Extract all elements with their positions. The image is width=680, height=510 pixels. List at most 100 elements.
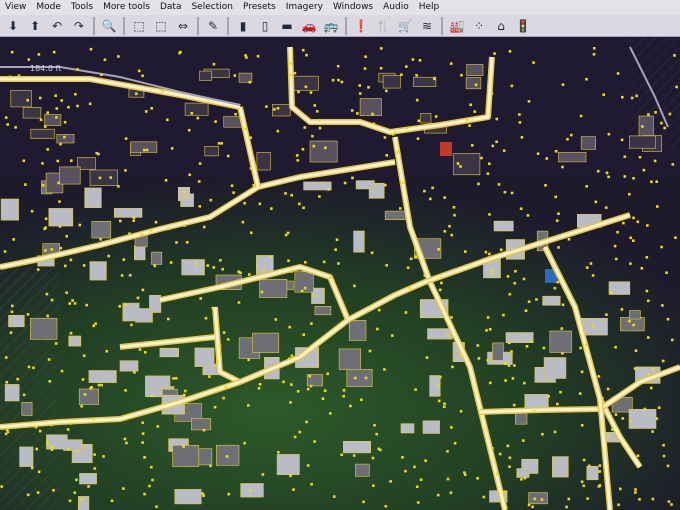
map-node[interactable]	[282, 380, 285, 384]
map-node[interactable]	[650, 180, 653, 184]
map-node[interactable]	[513, 281, 517, 285]
map-node[interactable]	[535, 298, 538, 301]
map-node[interactable]	[451, 365, 454, 369]
map-node[interactable]	[289, 74, 292, 77]
map-node[interactable]	[309, 384, 313, 388]
map-node[interactable]	[329, 276, 332, 279]
map-node[interactable]	[82, 354, 86, 357]
map-node[interactable]	[198, 162, 202, 165]
map-node[interactable]	[222, 396, 225, 400]
map-node[interactable]	[120, 274, 124, 277]
map-node[interactable]	[385, 264, 388, 267]
map-node[interactable]	[284, 233, 288, 237]
map-node[interactable]	[675, 85, 678, 89]
map-node[interactable]	[93, 453, 96, 456]
map-node[interactable]	[237, 270, 240, 274]
map-node[interactable]	[270, 207, 273, 210]
industry-icon[interactable]: 🏭	[447, 17, 467, 35]
map-node[interactable]	[44, 226, 47, 229]
map-node[interactable]	[273, 108, 276, 111]
map-node[interactable]	[656, 205, 659, 208]
map-node[interactable]	[651, 430, 654, 433]
draw-icon[interactable]: ✎	[203, 17, 223, 35]
map-node[interactable]	[306, 464, 310, 467]
map-node[interactable]	[143, 456, 146, 459]
map-node[interactable]	[360, 398, 363, 402]
menu-item-selection[interactable]: Selection	[186, 0, 237, 15]
map-node[interactable]	[233, 74, 237, 77]
map-node[interactable]	[292, 488, 295, 491]
map-node[interactable]	[523, 381, 526, 385]
map-node[interactable]	[85, 303, 88, 307]
map-node[interactable]	[150, 465, 153, 469]
map-node[interactable]	[666, 464, 670, 468]
map-node[interactable]	[671, 163, 675, 166]
map-node[interactable]	[614, 345, 617, 349]
map-node[interactable]	[301, 148, 305, 151]
map-node[interactable]	[520, 478, 523, 481]
map-node[interactable]	[336, 64, 340, 68]
map-node[interactable]	[24, 183, 27, 186]
map-node[interactable]	[452, 206, 456, 209]
map-node[interactable]	[383, 368, 386, 371]
map-node[interactable]	[258, 383, 262, 386]
map-node[interactable]	[276, 107, 280, 110]
map-node[interactable]	[556, 402, 559, 406]
map-node[interactable]	[446, 477, 450, 481]
warning-icon[interactable]: ❗	[351, 17, 371, 35]
map-node[interactable]	[243, 201, 246, 205]
map-node[interactable]	[504, 362, 507, 365]
map-node[interactable]	[433, 77, 436, 81]
map-node[interactable]	[488, 162, 491, 166]
map-node[interactable]	[561, 352, 564, 355]
map-node[interactable]	[446, 334, 450, 337]
map-node[interactable]	[632, 216, 635, 220]
map-node[interactable]	[416, 137, 420, 140]
map-node[interactable]	[211, 306, 215, 310]
map-node[interactable]	[220, 142, 223, 145]
map-node[interactable]	[602, 93, 605, 96]
map-node[interactable]	[545, 157, 549, 160]
map-node[interactable]	[423, 189, 426, 193]
map-node[interactable]	[67, 105, 70, 109]
map-node[interactable]	[437, 248, 440, 251]
map-node[interactable]	[323, 389, 327, 392]
map-node[interactable]	[488, 328, 492, 331]
map-node[interactable]	[92, 324, 95, 328]
map-node[interactable]	[82, 264, 86, 267]
map-node[interactable]	[607, 435, 610, 438]
map-node[interactable]	[50, 248, 54, 251]
map-node[interactable]	[252, 183, 255, 187]
map-node[interactable]	[68, 302, 71, 305]
map-node[interactable]	[308, 374, 311, 378]
map-node[interactable]	[582, 458, 586, 462]
map-node[interactable]	[489, 381, 492, 385]
map-node[interactable]	[356, 112, 359, 115]
map-node[interactable]	[5, 428, 9, 432]
map-node[interactable]	[486, 172, 490, 175]
map-node[interactable]	[312, 294, 315, 298]
map-node[interactable]	[424, 459, 427, 462]
map-node[interactable]	[349, 404, 352, 408]
map-node[interactable]	[476, 477, 479, 480]
home-icon[interactable]: ⌂	[491, 17, 511, 35]
map-node[interactable]	[401, 456, 404, 459]
map-node[interactable]	[128, 232, 131, 235]
map-node[interactable]	[66, 428, 70, 431]
map-node[interactable]	[44, 217, 48, 221]
map-node[interactable]	[274, 318, 278, 321]
map-node[interactable]	[477, 182, 480, 186]
map-node[interactable]	[212, 266, 216, 269]
map-node[interactable]	[150, 394, 154, 398]
map-node[interactable]	[523, 476, 527, 480]
map-node[interactable]	[204, 316, 208, 320]
map-node[interactable]	[495, 117, 499, 121]
map-node[interactable]	[350, 109, 354, 112]
map-node[interactable]	[405, 126, 409, 130]
map-node[interactable]	[73, 302, 77, 305]
map-node[interactable]	[50, 445, 54, 448]
map-node[interactable]	[587, 464, 591, 468]
map-node[interactable]	[486, 316, 490, 319]
map-node[interactable]	[491, 144, 495, 148]
map-node[interactable]	[12, 238, 15, 241]
